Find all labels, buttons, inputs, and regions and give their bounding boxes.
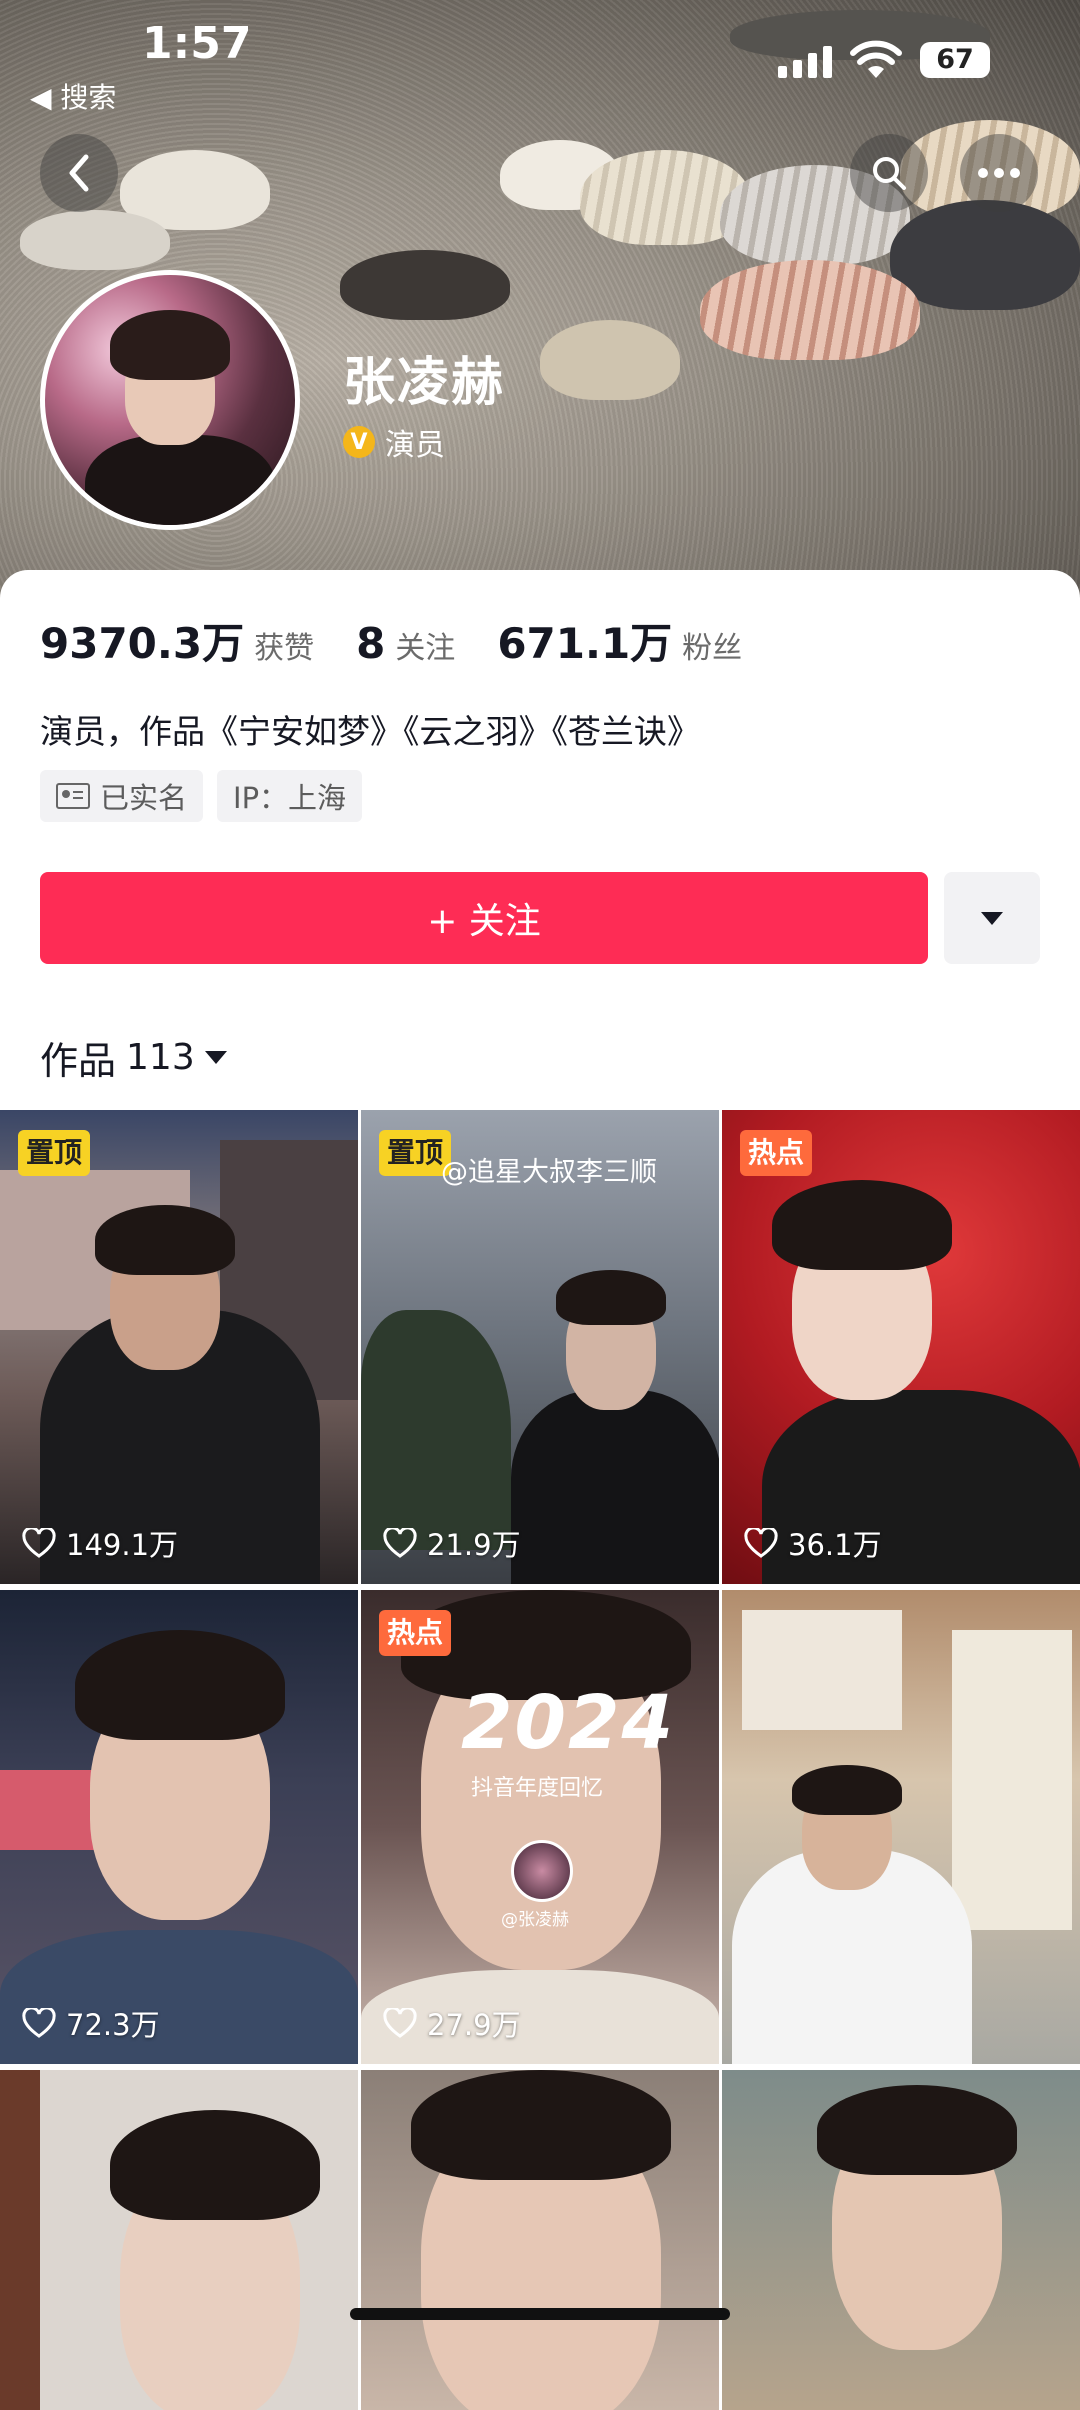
- person-hair: [772, 1180, 952, 1270]
- ellipsis-icon: [978, 168, 1020, 178]
- person-hair: [411, 2070, 671, 2180]
- heart-icon: [744, 1528, 778, 1558]
- recommend-dropdown-button[interactable]: [944, 872, 1040, 964]
- stat-label: 获赞: [254, 631, 315, 666]
- year-recap-subtitle: 抖音年度回忆: [471, 1776, 604, 1801]
- profile-stats: 9370.3万 获赞 8 关注 671.1万 粉丝: [40, 610, 784, 671]
- works-tab[interactable]: 作品 113: [40, 1030, 227, 1085]
- signal-icon: [778, 46, 832, 78]
- follow-button[interactable]: + 关注: [40, 872, 928, 964]
- profile-tags: 已实名 IP：上海: [40, 770, 363, 822]
- heart-icon: [22, 2008, 56, 2038]
- heart-icon: [383, 2008, 417, 2038]
- works-count: 113: [126, 1037, 195, 1078]
- wifi-icon: [850, 40, 902, 78]
- video-watermark: @追星大叔李三顺: [441, 1157, 657, 1188]
- video-thumbnail[interactable]: 置顶 @追星大叔李三顺 21.9万: [361, 1110, 719, 1584]
- stat-value: 671.1万: [497, 619, 673, 668]
- search-button[interactable]: [850, 134, 928, 212]
- person-hair: [556, 1270, 666, 1325]
- person-figure: [511, 1390, 719, 1584]
- stat-label: 粉丝: [682, 631, 743, 666]
- shell-decoration: [540, 320, 680, 400]
- video-thumbnail[interactable]: 72.3万: [0, 1590, 358, 2064]
- verified-badge-icon: V: [343, 426, 375, 458]
- likes-count: 21.9万: [427, 1528, 521, 1562]
- verification-text: 演员: [385, 428, 445, 463]
- person-hair: [95, 1205, 235, 1275]
- likes-count: 72.3万: [66, 2008, 160, 2042]
- cover-image: 1:57 ◀ 搜索 67 张凌赫 V 演员: [0, 0, 1080, 600]
- recap-handle: @张凌赫: [501, 1910, 569, 1930]
- video-thumbnail[interactable]: [722, 1590, 1080, 2064]
- shell-decoration: [700, 260, 920, 360]
- video-likes: 149.1万: [22, 1522, 178, 1564]
- avatar-small-icon: [511, 1840, 573, 1902]
- heart-icon: [22, 1528, 56, 1558]
- pinned-badge: 置顶: [18, 1130, 91, 1176]
- person-hair: [792, 1765, 902, 1815]
- avatar-figure: [85, 435, 275, 525]
- trending-badge: 热点: [379, 1610, 452, 1656]
- tag-label: 已实名: [100, 781, 188, 815]
- stat-likes[interactable]: 9370.3万 获赞: [40, 610, 314, 671]
- video-likes: 27.9万: [383, 2002, 521, 2044]
- stat-label: 关注: [395, 631, 456, 666]
- shell-decoration: [890, 200, 1080, 310]
- notice-board-bg: [742, 1610, 902, 1730]
- video-likes: 21.9万: [383, 1522, 521, 1564]
- likes-count: 149.1万: [66, 1528, 179, 1562]
- avatar-hair: [110, 310, 230, 380]
- ip-location-tag: IP：上海: [217, 770, 363, 822]
- verification-label: V 演员: [343, 420, 445, 464]
- video-thumbnail[interactable]: [361, 2070, 719, 2410]
- likes-count: 36.1万: [788, 1528, 882, 1562]
- verified-identity-tag: 已实名: [40, 770, 204, 822]
- avatar[interactable]: [40, 270, 300, 530]
- video-thumbnail[interactable]: 2024 抖音年度回忆 @张凌赫 热点 27.9万: [361, 1590, 719, 2064]
- stat-value: 8: [356, 619, 386, 668]
- tag-label: IP：上海: [233, 781, 347, 815]
- person-hair: [110, 2110, 320, 2220]
- more-options-button[interactable]: [960, 134, 1038, 212]
- follow-button-label: + 关注: [427, 901, 541, 942]
- video-thumbnail[interactable]: 热点 36.1万: [722, 1110, 1080, 1584]
- works-label: 作品: [40, 1039, 117, 1083]
- home-indicator[interactable]: [350, 2308, 730, 2320]
- likes-count: 27.9万: [427, 2008, 521, 2042]
- video-likes: 72.3万: [22, 2002, 160, 2044]
- trending-badge: 热点: [740, 1130, 813, 1176]
- search-icon: [873, 157, 906, 190]
- caret-down-icon: [204, 1051, 227, 1064]
- video-thumbnail[interactable]: [722, 2070, 1080, 2410]
- video-likes: 36.1万: [744, 1522, 882, 1564]
- stat-value: 9370.3万: [40, 619, 245, 668]
- back-to-app-link[interactable]: ◀ 搜索: [30, 76, 116, 116]
- video-thumbnail[interactable]: [0, 2070, 358, 2410]
- back-button[interactable]: [40, 134, 118, 212]
- profile-name: 张凌赫: [343, 353, 506, 413]
- stat-followers[interactable]: 671.1万 粉丝: [497, 610, 742, 671]
- tree-bg: [361, 1310, 511, 1550]
- status-bar: 1:57 ◀ 搜索 67: [0, 0, 1080, 120]
- battery-indicator: 67: [920, 42, 990, 78]
- heart-icon: [383, 1528, 417, 1558]
- caret-down-icon: [981, 911, 1003, 925]
- stat-following[interactable]: 8 关注: [356, 619, 455, 668]
- status-time: 1:57: [142, 18, 252, 69]
- person-hair: [817, 2085, 1017, 2175]
- chevron-left-icon: [69, 154, 89, 192]
- cabinet-bg: [952, 1630, 1072, 1930]
- video-thumbnail[interactable]: 置顶 149.1万: [0, 1110, 358, 1584]
- id-card-icon: [56, 783, 90, 809]
- shell-decoration: [20, 210, 170, 270]
- person-hair: [75, 1630, 285, 1740]
- profile-bio: 演员，作品《宁安如梦》《云之羽》《苍兰诀》: [40, 712, 700, 751]
- shell-decoration: [340, 250, 510, 320]
- year-recap-title: 2024: [461, 1680, 675, 1766]
